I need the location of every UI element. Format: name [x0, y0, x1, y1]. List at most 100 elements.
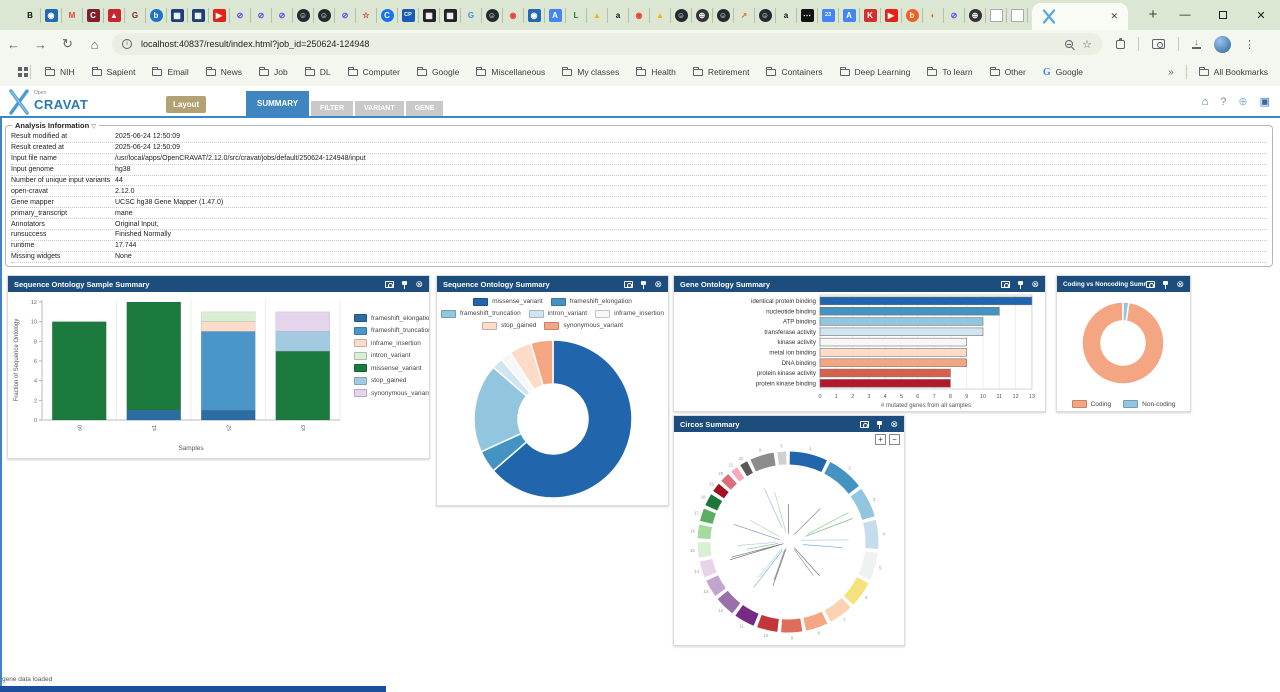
- bookmark-folder[interactable]: Job: [259, 67, 288, 77]
- bookmark-folder[interactable]: Miscellaneous: [476, 67, 545, 77]
- bookmark-folder[interactable]: Health: [636, 67, 676, 77]
- new-tab-button[interactable]: +: [1142, 4, 1164, 26]
- app-home-icon[interactable]: ⌂: [1202, 96, 1209, 108]
- pinned-tab[interactable]: [1007, 8, 1028, 23]
- camera-icon[interactable]: [1146, 281, 1155, 288]
- pinned-tab[interactable]: K: [860, 8, 881, 23]
- pinned-tab[interactable]: ▲: [587, 8, 608, 23]
- forward-icon[interactable]: →: [27, 37, 54, 52]
- pinned-tab[interactable]: ▲: [104, 8, 125, 23]
- pinned-tab[interactable]: a: [776, 8, 797, 23]
- legend-item[interactable]: stop_gained: [354, 375, 429, 388]
- tab-gene[interactable]: GENE: [406, 101, 444, 116]
- bookmark-folder[interactable]: Email: [152, 67, 188, 77]
- pinned-tab[interactable]: ▶: [881, 8, 902, 23]
- close-icon[interactable]: ⊗: [415, 280, 423, 289]
- apps-grid-icon[interactable]: [18, 67, 22, 71]
- camera-icon[interactable]: [860, 421, 869, 428]
- pinned-tab[interactable]: ▦: [167, 8, 188, 23]
- legend-item[interactable]: intron_variant: [354, 350, 429, 363]
- legend-item[interactable]: frameshift_truncation: [441, 308, 521, 319]
- web-icon[interactable]: ⊕: [1238, 95, 1247, 108]
- bookmark-folder[interactable]: Other: [990, 67, 1026, 77]
- tab-close-icon[interactable]: ✕: [1110, 11, 1118, 22]
- zoom-out-button[interactable]: −: [889, 434, 900, 445]
- download-icon[interactable]: ↓: [1192, 39, 1201, 48]
- legend-item[interactable]: intron_variant: [529, 308, 587, 319]
- pinned-tab[interactable]: ☺: [713, 8, 734, 23]
- pinned-tab[interactable]: G: [125, 8, 146, 23]
- home-icon[interactable]: ⌂: [81, 37, 108, 52]
- tab-filter[interactable]: FILTER: [311, 101, 353, 116]
- pinned-tab[interactable]: ⊘: [251, 8, 272, 23]
- zoom-out-icon[interactable]: [1065, 40, 1073, 48]
- pinned-tab[interactable]: b: [902, 8, 923, 23]
- tab-variant[interactable]: VARIANT: [355, 101, 404, 116]
- bookmark-folder[interactable]: Deep Learning: [840, 67, 911, 77]
- pin-icon[interactable]: [402, 281, 407, 285]
- tab-summary[interactable]: SUMMARY: [246, 91, 309, 116]
- legend-item[interactable]: frameshift_elongation: [551, 296, 632, 307]
- close-icon[interactable]: ⊗: [890, 420, 898, 429]
- pinned-tab[interactable]: ↗: [734, 8, 755, 23]
- pinned-tab[interactable]: ▶: [209, 8, 230, 23]
- back-icon[interactable]: ←: [0, 37, 27, 52]
- pinned-tab[interactable]: ◉: [629, 8, 650, 23]
- pinned-tab[interactable]: ⊘: [272, 8, 293, 23]
- pinned-tab[interactable]: M: [62, 8, 83, 23]
- pinned-tab[interactable]: ▲: [650, 8, 671, 23]
- maximize-icon[interactable]: [1204, 0, 1242, 30]
- pinned-tab[interactable]: G: [461, 8, 482, 23]
- pin-icon[interactable]: [877, 421, 882, 425]
- pin-icon[interactable]: [1163, 281, 1168, 285]
- site-info-icon[interactable]: i: [122, 39, 132, 49]
- pin-icon[interactable]: [1018, 281, 1023, 285]
- zoom-in-button[interactable]: +: [875, 434, 886, 445]
- minimize-icon[interactable]: —: [1166, 0, 1204, 30]
- close-icon[interactable]: ⊗: [654, 280, 662, 289]
- pinned-tab[interactable]: ◐: [923, 8, 944, 23]
- pinned-tab[interactable]: ▦: [419, 8, 440, 23]
- profile-avatar[interactable]: [1214, 36, 1231, 53]
- pinned-tab[interactable]: C: [377, 8, 398, 23]
- pinned-tab[interactable]: a: [608, 8, 629, 23]
- pinned-tab[interactable]: ▦: [440, 8, 461, 23]
- camera-icon[interactable]: [385, 281, 394, 288]
- legend-item[interactable]: missense_variant: [354, 362, 429, 375]
- close-icon[interactable]: ⊗: [1176, 280, 1184, 289]
- pinned-tab[interactable]: ☺: [314, 8, 335, 23]
- camera-icon[interactable]: [624, 281, 633, 288]
- tab-search-icon[interactable]: [1152, 39, 1165, 49]
- legend-item[interactable]: stop_gained: [482, 320, 536, 331]
- url-text[interactable]: localhost:40837/result/index.html?job_id…: [141, 39, 1056, 49]
- bookmarks-overflow-icon[interactable]: »: [1168, 67, 1174, 78]
- pinned-tab[interactable]: ⋯: [797, 8, 818, 23]
- pinned-tab[interactable]: ⊘: [944, 8, 965, 23]
- pinned-tab[interactable]: ☺: [671, 8, 692, 23]
- analysis-info-title[interactable]: Analysis Information ▽: [12, 121, 99, 130]
- legend-item[interactable]: frameshift_truncation: [354, 325, 429, 338]
- pinned-tab[interactable]: ⊕: [965, 8, 986, 23]
- pinned-tab[interactable]: A: [839, 8, 860, 23]
- collapse-triangle-icon[interactable]: ▽: [91, 124, 96, 130]
- pinned-tab[interactable]: ☆: [356, 8, 377, 23]
- close-icon[interactable]: ⊗: [1031, 280, 1039, 289]
- pinned-tab[interactable]: ⊘: [335, 8, 356, 23]
- pinned-tab[interactable]: ⊘: [230, 8, 251, 23]
- help-icon[interactable]: ?: [1220, 96, 1226, 108]
- bookmark-folder[interactable]: Containers: [766, 67, 822, 77]
- save-icon[interactable]: ▣: [1260, 95, 1270, 108]
- bookmark-folder[interactable]: My classes: [562, 67, 619, 77]
- pinned-tab[interactable]: L: [566, 8, 587, 23]
- pinned-tab[interactable]: [986, 8, 1007, 23]
- layout-button[interactable]: Layout: [166, 96, 206, 113]
- bookmark-google[interactable]: GGoogle: [1043, 67, 1083, 78]
- pinned-tab[interactable]: ▦: [188, 8, 209, 23]
- pinned-tab[interactable]: 23: [818, 8, 839, 23]
- extensions-icon[interactable]: [1116, 40, 1125, 49]
- pinned-tab[interactable]: b: [146, 8, 167, 23]
- pinned-tab[interactable]: ☺: [482, 8, 503, 23]
- menu-kebab-icon[interactable]: ⋮: [1244, 38, 1255, 51]
- pinned-tab[interactable]: A: [545, 8, 566, 23]
- legend-item[interactable]: missense_variant: [473, 296, 543, 307]
